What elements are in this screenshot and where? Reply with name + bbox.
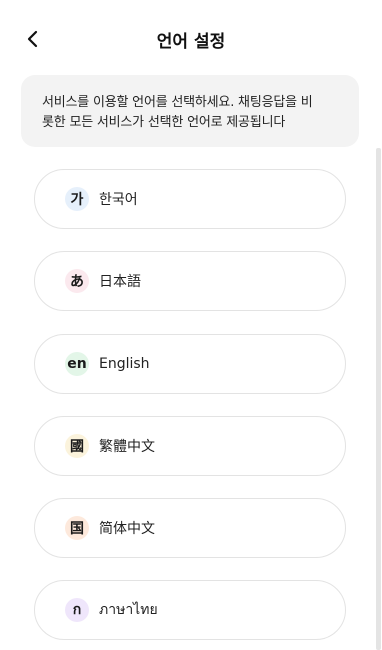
language-option-japanese[interactable]: あ 日本語 [34,251,346,311]
language-option-simplified-chinese[interactable]: 国 简体中文 [34,498,346,558]
language-option-traditional-chinese[interactable]: 國 繁體中文 [34,416,346,476]
notice-box: 서비스를 이용할 언어를 선택하세요. 채팅응답을 비 롯한 모든 서비스가 선… [21,75,359,147]
language-option-korean[interactable]: 가 한국어 [34,169,346,229]
language-label-thai: ภาษาไทย [99,602,158,618]
language-label-korean: 한국어 [99,192,138,208]
language-badge-korean: 가 [65,187,89,211]
language-option-thai[interactable]: ก ภาษาไทย [34,580,346,640]
header: 언어 설정 [0,0,382,76]
language-label-simplified-chinese: 简体中文 [99,521,155,537]
language-label-traditional-chinese: 繁體中文 [99,439,155,455]
language-settings-screen: 언어 설정 서비스를 이용할 언어를 선택하세요. 채팅응답을 비 롯한 모든 … [0,0,382,650]
language-label-japanese: 日本語 [99,274,141,290]
language-option-english[interactable]: en English [34,334,346,394]
language-label-english: English [99,356,150,372]
language-badge-thai: ก [65,598,89,622]
page-title: 언어 설정 [156,32,226,52]
language-badge-english: en [65,352,89,376]
scrollbar[interactable] [376,148,381,650]
notice-text-line-2: 롯한 모든 서비스가 선택한 언어로 제공됩니다 [42,115,286,130]
language-badge-simplified-chinese: 国 [65,516,89,540]
language-badge-japanese: あ [65,269,89,293]
notice-text-line-1: 서비스를 이용할 언어를 선택하세요. 채팅응답을 비 [42,95,313,110]
language-badge-traditional-chinese: 國 [65,434,89,458]
